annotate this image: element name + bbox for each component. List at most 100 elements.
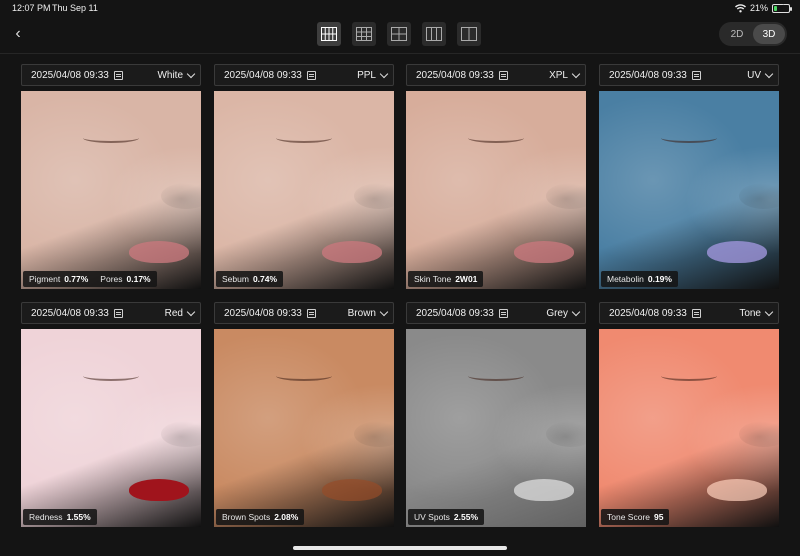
capture-header: 2025/04/08 09:33 Red (21, 302, 201, 324)
chevron-down-icon (186, 307, 196, 316)
calendar-icon[interactable] (306, 308, 316, 318)
lips-shape (514, 479, 574, 501)
light-mode-dropdown[interactable]: Red (165, 307, 196, 319)
face-image[interactable]: Skin Tone 2W01 (406, 91, 586, 289)
metric-value: 0.17% (126, 274, 151, 284)
metric-label: Tone Score (607, 512, 650, 522)
layout-3col-button[interactable] (422, 22, 446, 46)
view-3d-button[interactable]: 3D (753, 24, 785, 44)
light-mode-label: PPL (357, 69, 376, 81)
capture-header: 2025/04/08 09:33 UV (599, 64, 779, 86)
light-mode-dropdown[interactable]: Brown (347, 307, 389, 319)
metric-value: 2.55% (453, 512, 479, 522)
metric-badge: Skin Tone 2W01 (408, 271, 484, 287)
capture-date: 2025/04/08 09:33 (416, 307, 494, 319)
layout-2x2-button[interactable] (387, 22, 411, 46)
grid-2x2-icon (391, 27, 407, 41)
lips-shape (129, 241, 189, 263)
layout-switcher (317, 22, 481, 46)
layout-3x3-button[interactable] (352, 22, 376, 46)
metric-label: Redness (29, 512, 63, 522)
light-mode-label: XPL (549, 69, 568, 81)
calendar-icon[interactable] (498, 308, 508, 318)
metric-label: Sebum (222, 274, 249, 284)
capture-cell: 2025/04/08 09:33 Brown Brown Spots 2.08% (214, 302, 394, 527)
lips-shape (707, 479, 767, 501)
metric-value: 0.77% (64, 274, 89, 284)
calendar-icon[interactable] (306, 70, 316, 80)
eye-shape (276, 133, 332, 143)
back-button[interactable]: ‹ (10, 24, 26, 44)
metric-value: 0.74% (252, 274, 278, 284)
face-image[interactable]: Pigment 0.77% Pores 0.17% (21, 91, 201, 289)
light-mode-label: UV (747, 69, 761, 81)
capture-date: 2025/04/08 09:33 (224, 307, 302, 319)
metric-badge: Metabolin 0.19% (601, 271, 678, 287)
chevron-left-icon: ‹ (15, 25, 21, 42)
metric-label: Skin Tone (414, 274, 452, 284)
calendar-icon[interactable] (691, 70, 701, 80)
eye-shape (468, 371, 524, 381)
capture-cell: 2025/04/08 09:33 UV Metabolin 0.19% (599, 64, 779, 289)
calendar-icon[interactable] (113, 70, 123, 80)
face-image[interactable]: Sebum 0.74% (214, 91, 394, 289)
light-mode-dropdown[interactable]: PPL (357, 69, 389, 81)
face-image[interactable]: Redness 1.55% (21, 329, 201, 527)
face-image[interactable]: UV Spots 2.55% (406, 329, 586, 527)
eye-shape (468, 133, 524, 143)
light-mode-dropdown[interactable]: UV (747, 69, 774, 81)
grid-3col-icon (426, 27, 442, 41)
metric-label: Pigment (29, 274, 61, 284)
light-mode-dropdown[interactable]: Grey (546, 307, 581, 319)
metric-label: Pores (100, 274, 123, 284)
status-date: Thu Sep 11 (52, 3, 98, 13)
light-mode-dropdown[interactable]: Tone (739, 307, 774, 319)
metric-value: 2.08% (274, 512, 299, 522)
calendar-icon[interactable] (691, 308, 701, 318)
eye-shape (661, 371, 717, 381)
status-right: 21% ⚡ (734, 3, 792, 13)
face-image[interactable]: Brown Spots 2.08% (214, 329, 394, 527)
metric-value: 95 (654, 512, 664, 522)
light-mode-label: Tone (739, 307, 761, 319)
capture-date: 2025/04/08 09:33 (609, 307, 687, 319)
metric-value: 0.19% (647, 274, 672, 284)
view-2d-button[interactable]: 2D (721, 24, 753, 44)
capture-date: 2025/04/08 09:33 (31, 307, 109, 319)
battery-percent: 21% (749, 3, 768, 13)
layout-4x2-button[interactable] (317, 22, 341, 46)
eye-shape (276, 371, 332, 381)
capture-date: 2025/04/08 09:33 (224, 69, 302, 81)
light-mode-dropdown[interactable]: XPL (549, 69, 581, 81)
metric-badge: Brown Spots 2.08% (216, 509, 305, 525)
capture-header: 2025/04/08 09:33 Brown (214, 302, 394, 324)
face-image[interactable]: Tone Score 95 (599, 329, 779, 527)
capture-header: 2025/04/08 09:33 Grey (406, 302, 586, 324)
battery-icon: ⚡ (772, 3, 792, 13)
face-image[interactable]: Metabolin 0.19% (599, 91, 779, 289)
chevron-down-icon (764, 69, 774, 78)
metric-value: 1.55% (66, 512, 91, 522)
status-time: 12:07 PM (12, 3, 51, 13)
capture-date: 2025/04/08 09:33 (416, 69, 494, 81)
lips-shape (129, 479, 189, 501)
toolbar: ‹ 2D 3D (0, 18, 800, 52)
home-indicator[interactable] (293, 546, 507, 550)
light-mode-dropdown[interactable]: White (157, 69, 196, 81)
metric-badge: Tone Score 95 (601, 509, 670, 525)
calendar-icon[interactable] (498, 70, 508, 80)
capture-header: 2025/04/08 09:33 Tone (599, 302, 779, 324)
light-mode-label: Grey (546, 307, 568, 319)
lips-shape (707, 241, 767, 263)
calendar-icon[interactable] (113, 308, 123, 318)
chevron-down-icon (186, 69, 196, 78)
metric-badge: UV Spots 2.55% (408, 509, 485, 525)
status-bar: 12:07 PM Thu Sep 11 21% ⚡ (0, 0, 800, 18)
capture-cell: 2025/04/08 09:33 Grey UV Spots 2.55% (406, 302, 586, 527)
layout-2col-button[interactable] (457, 22, 481, 46)
wifi-icon (734, 3, 746, 12)
metric-value: 2W01 (455, 274, 478, 284)
chevron-down-icon (571, 307, 581, 316)
grid-4x2-icon (321, 27, 337, 41)
light-mode-label: Brown (347, 307, 376, 319)
